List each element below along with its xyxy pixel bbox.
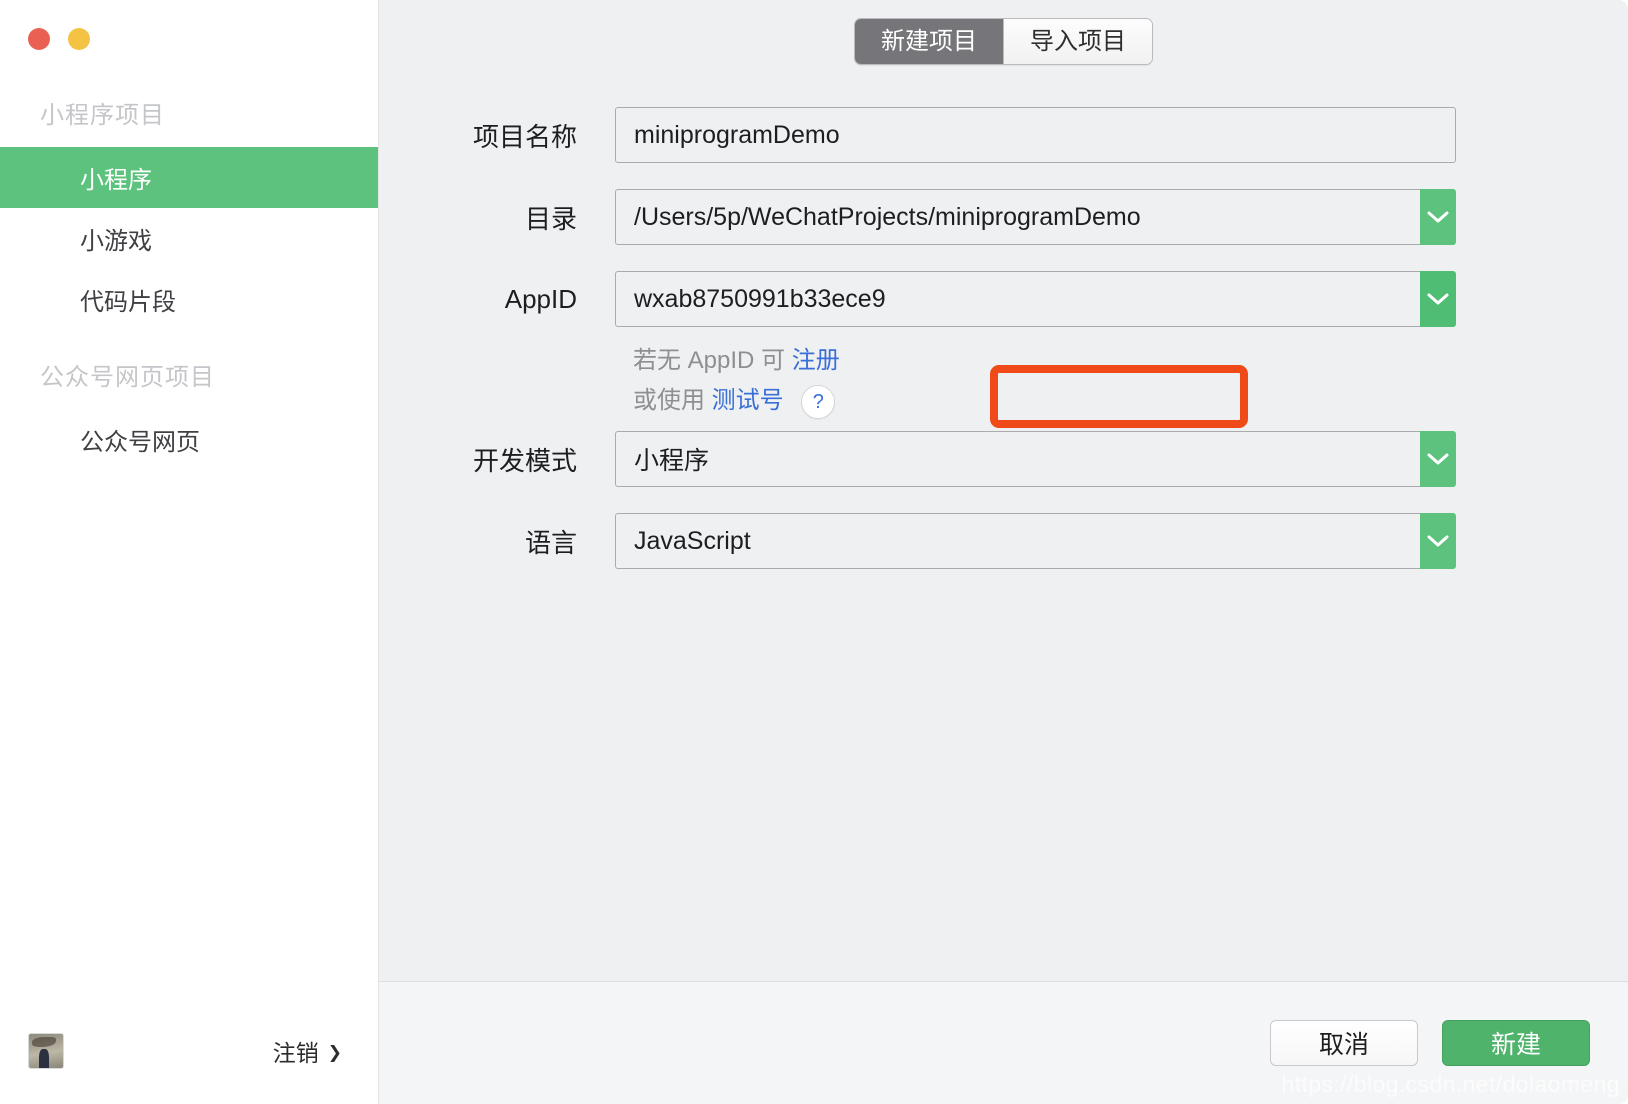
form-row-dev-mode: 开发模式 小程序	[379, 431, 1456, 487]
field-wrap-directory: /Users/5p/WeChatProjects/miniprogramDemo	[615, 189, 1456, 245]
label-directory: 目录	[524, 203, 577, 234]
appid-dropdown-button[interactable]	[1420, 271, 1456, 327]
tab-import-project[interactable]: 导入项目	[1004, 19, 1152, 64]
field-wrap-project-name: miniprogramDemo	[615, 107, 1456, 163]
chevron-right-icon: ❯	[327, 1042, 342, 1062]
directory-dropdown-button[interactable]	[1420, 189, 1456, 245]
minimize-window-icon[interactable]	[68, 28, 90, 50]
field-wrap-dev-mode: 小程序	[615, 431, 1456, 487]
footer-actions: 取消 新建	[379, 981, 1628, 1104]
tab-new-project[interactable]: 新建项目	[855, 19, 1004, 64]
dev-mode-select[interactable]: 小程序	[615, 431, 1420, 487]
sidebar-footer: 注销 ❯	[0, 998, 378, 1104]
tabbar: 新建项目 导入项目	[379, 0, 1628, 65]
avatar[interactable]	[28, 1033, 64, 1069]
window-controls	[0, 0, 378, 58]
sidebar-item-miniprogram[interactable]: 小程序	[0, 146, 378, 208]
logout-label: 注销	[272, 1040, 319, 1066]
help-question-icon[interactable]: ?	[801, 384, 836, 419]
label-appid: AppID	[504, 283, 577, 314]
sidebar-item-label: 小程序	[80, 166, 152, 194]
appid-hints: 若无 AppID 可 注册 或使用 测试号 ?	[615, 341, 1456, 421]
main-body: 新建项目 导入项目 项目名称 miniprogramDemo 目录 /Users…	[379, 0, 1628, 981]
hint-testid-line: 或使用 测试号 ?	[633, 381, 1456, 421]
sidebar-item-label: 代码片段	[80, 288, 176, 316]
segmented-control: 新建项目 导入项目	[854, 18, 1153, 65]
label-language: 语言	[524, 527, 577, 558]
app-window: 小程序项目 小程序 小游戏 代码片段 公众号网页项目 公众号网页 注销 ❯ 新建…	[0, 0, 1628, 1104]
language-select[interactable]: JavaScript	[615, 513, 1420, 569]
hint-testid-prefix: 或使用	[633, 387, 705, 414]
sidebar-item-code-snippet[interactable]: 代码片段	[0, 269, 378, 330]
sidebar-group-title-official-account: 公众号网页项目	[40, 363, 215, 391]
directory-input[interactable]: /Users/5p/WeChatProjects/miniprogramDemo	[615, 189, 1420, 245]
form-row-language: 语言 JavaScript	[379, 513, 1456, 569]
sidebar-nav: 小程序项目 小程序 小游戏 代码片段 公众号网页项目 公众号网页	[0, 58, 378, 998]
chevron-down-icon	[1427, 452, 1449, 466]
cancel-button[interactable]: 取消	[1270, 1020, 1418, 1066]
chevron-down-icon	[1427, 210, 1449, 224]
form-row-directory: 目录 /Users/5p/WeChatProjects/miniprogramD…	[379, 189, 1456, 245]
sidebar-item-official-account-page[interactable]: 公众号网页	[0, 409, 378, 470]
hint-register-prefix: 若无 AppID 可	[633, 347, 786, 374]
register-link[interactable]: 注册	[792, 347, 840, 374]
close-window-icon[interactable]	[28, 28, 50, 50]
field-wrap-appid: wxab8750991b33ece9	[615, 271, 1456, 327]
hint-register-line: 若无 AppID 可 注册	[633, 341, 1456, 381]
label-project-name: 项目名称	[472, 121, 577, 152]
project-form: 项目名称 miniprogramDemo 目录 /Users/5p/WeChat…	[379, 107, 1628, 569]
logout-button[interactable]: 注销 ❯	[273, 1034, 342, 1068]
project-name-input[interactable]: miniprogramDemo	[615, 107, 1456, 163]
dev-mode-dropdown-button[interactable]	[1420, 431, 1456, 487]
test-account-link[interactable]: 测试号	[712, 387, 784, 414]
create-button[interactable]: 新建	[1442, 1020, 1590, 1066]
main-panel: 新建项目 导入项目 项目名称 miniprogramDemo 目录 /Users…	[379, 0, 1628, 1104]
appid-input[interactable]: wxab8750991b33ece9	[615, 271, 1420, 327]
sidebar-item-label: 小游戏	[80, 227, 152, 255]
sidebar-item-minigame[interactable]: 小游戏	[0, 208, 378, 269]
field-wrap-language: JavaScript	[615, 513, 1456, 569]
chevron-down-icon	[1427, 534, 1449, 548]
sidebar-group-title-miniprogram: 小程序项目	[40, 102, 165, 129]
form-row-project-name: 项目名称 miniprogramDemo	[379, 107, 1456, 163]
language-dropdown-button[interactable]	[1420, 513, 1456, 569]
form-row-appid: AppID wxab8750991b33ece9	[379, 271, 1456, 327]
sidebar-item-label: 公众号网页	[80, 428, 200, 456]
chevron-down-icon	[1427, 292, 1449, 306]
label-dev-mode: 开发模式	[472, 445, 577, 476]
sidebar: 小程序项目 小程序 小游戏 代码片段 公众号网页项目 公众号网页 注销 ❯	[0, 0, 379, 1104]
